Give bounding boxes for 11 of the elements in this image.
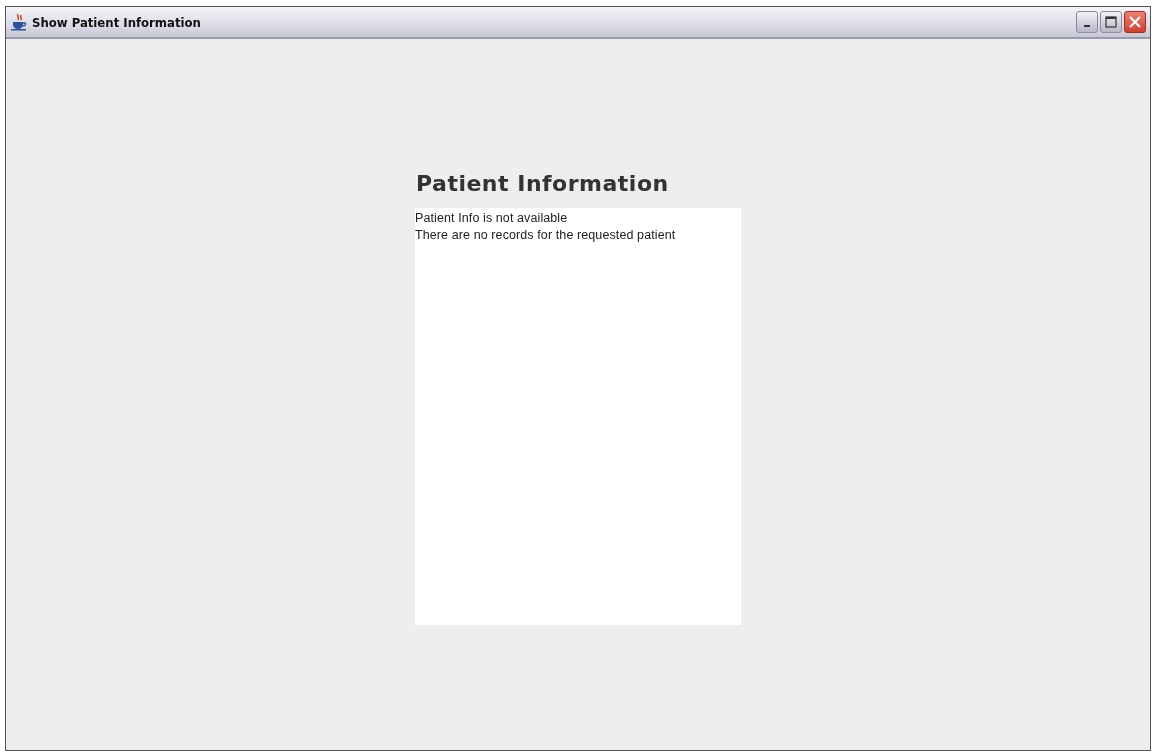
message-text: There are no records for the requested patient bbox=[415, 227, 677, 244]
maximize-icon bbox=[1105, 16, 1117, 28]
coffee-cup-icon bbox=[10, 13, 28, 31]
maximize-button[interactable] bbox=[1100, 11, 1122, 33]
close-button[interactable] bbox=[1124, 11, 1146, 33]
minimize-icon bbox=[1084, 25, 1090, 27]
close-icon bbox=[1128, 15, 1142, 29]
message-text: Patient Info is not available bbox=[415, 210, 569, 227]
minimize-button[interactable] bbox=[1076, 11, 1098, 33]
window-title: Show Patient Information bbox=[32, 14, 201, 30]
page-heading: Patient Information bbox=[416, 171, 670, 196]
